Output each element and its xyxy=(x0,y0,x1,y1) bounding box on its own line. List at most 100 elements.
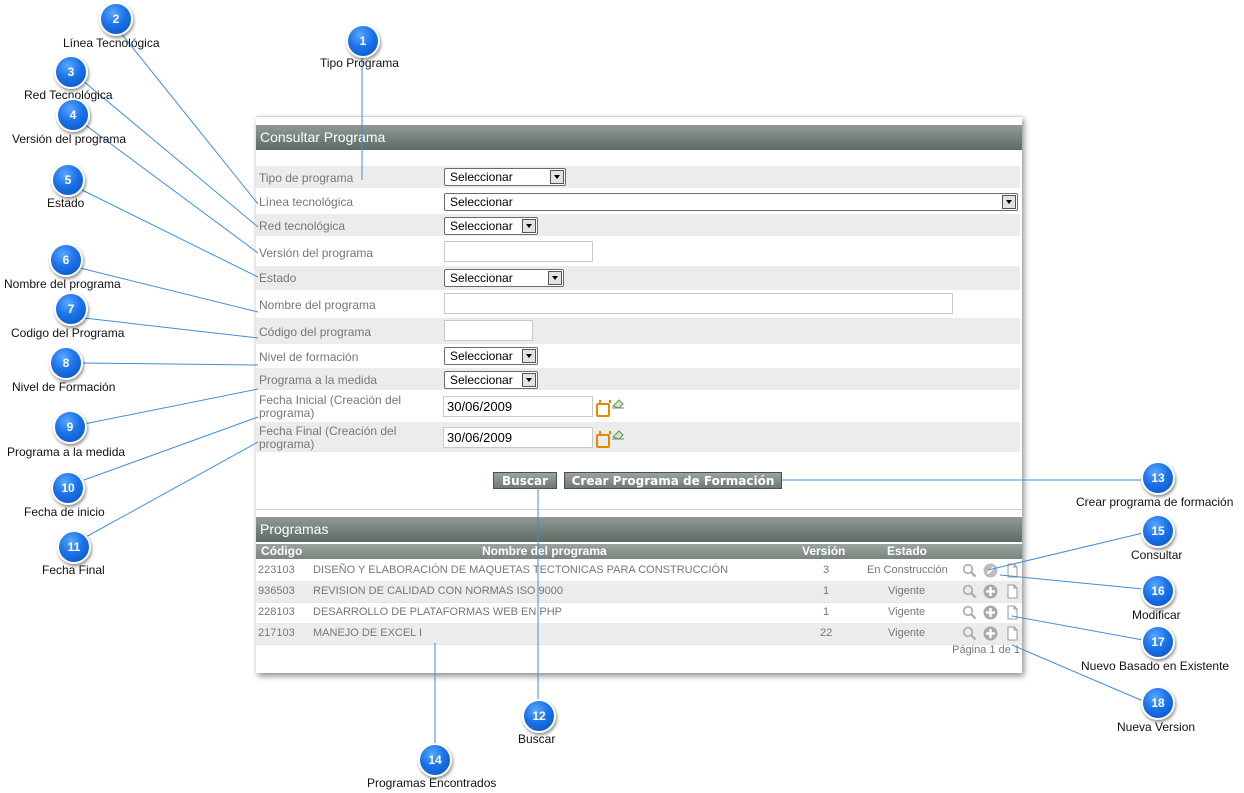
search-icon[interactable] xyxy=(962,626,977,641)
callout-label: Crear programa de formación xyxy=(1076,495,1234,509)
callout-label: Línea Tecnológica xyxy=(63,36,160,50)
document-icon[interactable] xyxy=(1005,626,1020,641)
calendar-icon[interactable] xyxy=(596,400,611,417)
cell-version: 1 xyxy=(823,585,830,597)
programa-medida-select[interactable]: Seleccionar xyxy=(444,371,538,389)
callout-label: Estado xyxy=(47,196,85,210)
row-nombre-programa: Nombre del programa xyxy=(256,291,1020,317)
document-icon[interactable] xyxy=(1005,584,1020,599)
callout-badge: 14 xyxy=(418,743,452,777)
row-version-programa: Versión del programa xyxy=(256,238,1020,264)
estado-select[interactable]: Seleccionar xyxy=(444,269,564,287)
callout-badge: 3 xyxy=(54,55,88,89)
field-label: Nombre del programa xyxy=(259,298,376,312)
chevron-down-icon xyxy=(522,349,536,363)
callout-badge: 13 xyxy=(1141,461,1175,495)
table-row: 217103 MANEJO DE EXCEL I 22 Vigente xyxy=(256,623,1022,645)
results-table-header: Código Nombre del programa Versión Estad… xyxy=(256,544,1022,559)
callout-label: Codigo del Programa xyxy=(11,326,125,340)
col-version: Versión xyxy=(802,544,846,558)
chevron-down-icon xyxy=(522,219,536,233)
document-icon[interactable] xyxy=(1005,563,1020,578)
buscar-button[interactable]: Buscar xyxy=(493,472,557,489)
cell-version: 22 xyxy=(820,627,833,639)
callout-badge: 5 xyxy=(51,163,85,197)
chevron-down-icon xyxy=(522,373,536,387)
callout-label: Consultar xyxy=(1131,548,1183,562)
fecha-final-input[interactable]: 30/06/2009 xyxy=(443,427,593,448)
table-row: 228103 DESARROLLO DE PLATAFORMAS WEB EN … xyxy=(256,602,1022,624)
tipo-programa-select[interactable]: Seleccionar xyxy=(444,168,566,186)
field-label: Versión del programa xyxy=(259,246,374,260)
pagination-text: Página 1 de 1 xyxy=(952,644,1020,656)
cell-nombre: DISEÑO Y ELABORACIÓN DE MAQUETAS TECTONI… xyxy=(313,564,729,576)
red-tecnologica-select[interactable]: Seleccionar xyxy=(444,217,538,235)
cell-version: 3 xyxy=(823,564,830,576)
callout-badge: 16 xyxy=(1141,574,1175,608)
callout-badge: 18 xyxy=(1141,686,1175,720)
field-label: Fecha Final (Creación del programa) xyxy=(259,424,397,451)
cell-codigo: 936503 xyxy=(258,585,295,597)
clear-date-icon[interactable] xyxy=(611,397,625,409)
row-linea-tecnologica: Línea tecnológica Seleccionar xyxy=(256,190,1020,212)
table-row: 223103 DISEÑO Y ELABORACIÓN DE MAQUETAS … xyxy=(256,560,1022,582)
chevron-down-icon xyxy=(548,271,562,285)
cell-estado: Vigente xyxy=(888,627,926,639)
callout-label: Tipo Programa xyxy=(320,56,399,70)
plus-icon[interactable] xyxy=(983,626,998,641)
nombre-programa-input[interactable] xyxy=(444,293,953,314)
cell-version: 1 xyxy=(823,606,830,618)
document-icon[interactable] xyxy=(1005,605,1020,620)
select-value: Seleccionar xyxy=(450,271,513,285)
select-value: Seleccionar xyxy=(450,219,513,233)
chevron-down-icon xyxy=(550,170,564,184)
search-icon[interactable] xyxy=(962,605,977,620)
callout-label: Programas Encontrados xyxy=(367,776,497,790)
search-icon[interactable] xyxy=(962,584,977,599)
callout-badge: 7 xyxy=(54,292,88,326)
callout-badge: 15 xyxy=(1141,514,1175,548)
calendar-icon[interactable] xyxy=(596,431,611,448)
nivel-formacion-select[interactable]: Seleccionar xyxy=(444,347,538,365)
cell-codigo: 223103 xyxy=(258,564,295,576)
row-estado: Estado Seleccionar xyxy=(256,266,1020,290)
row-programa-medida: Programa a la medida Seleccionar xyxy=(256,368,1020,390)
callout-label: Nivel de Formación xyxy=(12,380,116,394)
row-codigo-programa: Código del programa xyxy=(256,318,1020,344)
callout-badge: 11 xyxy=(57,530,91,564)
codigo-programa-input[interactable] xyxy=(444,320,533,341)
cell-codigo: 217103 xyxy=(258,627,295,639)
callout-badge: 4 xyxy=(56,98,90,132)
field-label: Línea tecnológica xyxy=(259,195,354,209)
search-icon[interactable] xyxy=(962,563,977,578)
row-fecha-final: Fecha Final (Creación del programa) 30/0… xyxy=(256,422,1020,452)
clear-date-icon[interactable] xyxy=(611,428,625,440)
cell-estado: Vigente xyxy=(888,585,926,597)
field-label: Programa a la medida xyxy=(259,373,378,387)
select-value: Seleccionar xyxy=(450,373,513,387)
col-estado: Estado xyxy=(887,544,928,558)
select-value: Seleccionar xyxy=(450,195,513,209)
edit-icon[interactable] xyxy=(983,563,998,578)
cell-codigo: 228103 xyxy=(258,606,295,618)
plus-icon[interactable] xyxy=(983,584,998,599)
callout-badge: 8 xyxy=(49,346,83,380)
col-codigo: Código xyxy=(261,544,303,558)
form-title: Consultar Programa xyxy=(256,125,1022,150)
callout-badge: 17 xyxy=(1141,625,1175,659)
field-label: Nivel de formación xyxy=(259,350,359,364)
results-title: Programas xyxy=(256,517,1022,542)
table-row: 936503 REVISION DE CALIDAD CON NORMAS IS… xyxy=(256,581,1022,603)
version-programa-input[interactable] xyxy=(444,241,593,262)
linea-tecnologica-select[interactable]: Seleccionar xyxy=(444,193,1018,211)
crear-programa-button[interactable]: Crear Programa de Formación xyxy=(564,472,782,489)
callout-label: Nueva Version xyxy=(1117,720,1196,734)
select-value: Seleccionar xyxy=(450,170,513,184)
fecha-inicial-input[interactable]: 30/06/2009 xyxy=(443,396,593,417)
cell-nombre: REVISION DE CALIDAD CON NORMAS ISO 9000 xyxy=(313,585,564,597)
callout-badge: 12 xyxy=(522,699,556,733)
cell-estado: En Construcción xyxy=(867,564,948,576)
cell-nombre: MANEJO DE EXCEL I xyxy=(313,627,423,639)
plus-icon[interactable] xyxy=(983,605,998,620)
callout-badge: 10 xyxy=(51,471,85,505)
